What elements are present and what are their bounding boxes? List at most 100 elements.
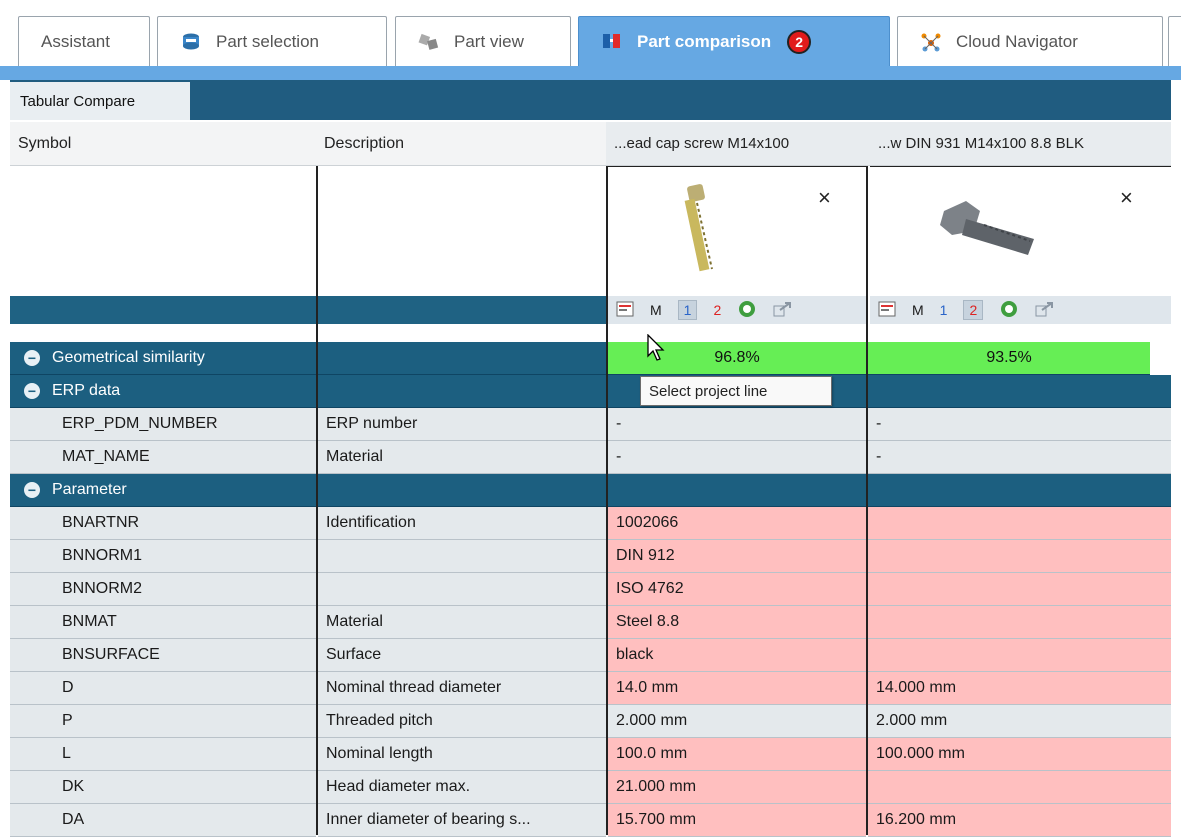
- part-2-value: [868, 540, 1171, 573]
- table-row[interactable]: ERP_PDM_NUMBER ERP number - -: [10, 408, 1171, 441]
- variant-2-button[interactable]: 2: [963, 300, 984, 320]
- description-cell: Inner diameter of bearing s...: [318, 804, 606, 837]
- description-cell: Material: [318, 606, 606, 639]
- part-1-value: -: [608, 441, 866, 474]
- group-value-cell: [868, 375, 1171, 408]
- tab-tabular-compare[interactable]: Tabular Compare: [10, 82, 190, 120]
- part-1-value: 15.700 mm: [608, 804, 866, 837]
- column-header-symbol[interactable]: Symbol: [10, 122, 316, 166]
- collapse-icon[interactable]: −: [24, 482, 40, 498]
- tab-label: Assistant: [41, 31, 110, 51]
- table-row[interactable]: BNSURFACE Surface black: [10, 639, 1171, 672]
- variant-1-button[interactable]: 1: [677, 300, 698, 320]
- table-row[interactable]: P Threaded pitch 2.000 mm 2.000 mm: [10, 705, 1171, 738]
- part-1-value: -: [608, 408, 866, 441]
- description-cell: Nominal thread diameter: [318, 672, 606, 705]
- m-button[interactable]: M: [650, 302, 662, 318]
- collapse-icon[interactable]: −: [24, 383, 40, 399]
- group-row-parameter[interactable]: − Parameter: [10, 474, 1171, 507]
- part-2-value: [868, 507, 1171, 540]
- catalog-icon: [180, 31, 202, 53]
- part-view-icon: [418, 31, 440, 53]
- empty-image-cell: [318, 166, 606, 296]
- part-1-value: ISO 4762: [608, 573, 866, 606]
- table-row[interactable]: L Nominal length 100.0 mm 100.000 mm: [10, 738, 1171, 771]
- group-label: Parameter: [52, 481, 127, 498]
- send-to-icon[interactable]: [1035, 300, 1055, 321]
- table-row[interactable]: BNNORM1 DIN 912: [10, 540, 1171, 573]
- column-header-part-2[interactable]: ...w DIN 931 M14x100 8.8 BLK: [868, 122, 1171, 166]
- table-row[interactable]: MAT_NAME Material - -: [10, 441, 1171, 474]
- part-1-value: 14.0 mm: [608, 672, 866, 705]
- cad-export-icon[interactable]: [737, 299, 757, 322]
- m-button[interactable]: M: [912, 302, 924, 318]
- symbol-cell: BNNORM2: [10, 573, 316, 606]
- part-2-value: 16.200 mm: [868, 804, 1171, 837]
- part-1-value: 2.000 mm: [608, 705, 866, 738]
- table-row[interactable]: BNMAT Material Steel 8.8: [10, 606, 1171, 639]
- table-row[interactable]: BNARTNR Identification 1002066: [10, 507, 1171, 540]
- table-row[interactable]: DK Head diameter max. 21.000 mm: [10, 771, 1171, 804]
- similarity-value: 93.5%: [868, 342, 1150, 375]
- part-2-toolbar: M 1 2: [870, 296, 1171, 324]
- part-2-value: [868, 771, 1171, 804]
- mouse-cursor-icon: [647, 334, 665, 361]
- table-row[interactable]: D Nominal thread diameter 14.0 mm 14.000…: [10, 672, 1171, 705]
- variant-2-button[interactable]: 2: [713, 302, 721, 318]
- part-1-value: black: [608, 639, 866, 672]
- tab-cloud-navigator[interactable]: Cloud Navigator: [897, 16, 1163, 66]
- variant-1-button[interactable]: 1: [940, 302, 948, 318]
- part-1-value: DIN 912: [608, 540, 866, 573]
- description-cell: Identification: [318, 507, 606, 540]
- description-cell: [318, 573, 606, 606]
- symbol-cell: DK: [10, 771, 316, 804]
- column-header-description[interactable]: Description: [316, 122, 606, 166]
- part-1-value: 1002066: [608, 507, 866, 540]
- part-2-value: 100.000 mm: [868, 738, 1171, 771]
- tab-part-comparison[interactable]: Part comparison 2: [578, 16, 890, 66]
- column-header-part-1[interactable]: ...ead cap screw M14x100: [606, 122, 868, 166]
- group-row-geometrical-similarity[interactable]: − Geometrical similarity 96.8% 93.5%: [10, 342, 1171, 375]
- description-cell: Threaded pitch: [318, 705, 606, 738]
- description-cell: Material: [318, 441, 606, 474]
- part-2-value: 2.000 mm: [868, 705, 1171, 738]
- symbol-cell: P: [10, 705, 316, 738]
- group-desc-cell: [318, 474, 606, 507]
- tab-part-view[interactable]: Part view: [395, 16, 571, 66]
- collapse-icon[interactable]: −: [24, 350, 40, 366]
- socket-head-cap-screw-image: [684, 184, 713, 272]
- part-2-value: [868, 573, 1171, 606]
- cloud-navigator-icon: [920, 31, 942, 53]
- tab-label: Part comparison: [637, 31, 772, 51]
- tab-assistant[interactable]: Assistant: [18, 16, 150, 66]
- tab-overflow[interactable]: [1168, 16, 1181, 66]
- tab-label: Part selection: [216, 31, 319, 51]
- group-desc-cell: [318, 375, 606, 408]
- tab-label: Cloud Navigator: [956, 31, 1078, 51]
- cad-export-icon[interactable]: [999, 299, 1019, 322]
- part-2-value: -: [868, 408, 1171, 441]
- group-row-erp-data[interactable]: − ERP data: [10, 375, 1171, 408]
- count-badge: 2: [787, 29, 812, 54]
- project-line-icon[interactable]: [616, 301, 634, 320]
- table-row[interactable]: BNNORM2 ISO 4762: [10, 573, 1171, 606]
- send-to-icon[interactable]: [773, 300, 793, 321]
- group-value-cell: [608, 474, 866, 507]
- symbol-cell: BNARTNR: [10, 507, 316, 540]
- description-cell: Nominal length: [318, 738, 606, 771]
- toolbar-row-left: [318, 296, 606, 324]
- part-comparison-icon: [601, 31, 623, 53]
- part-1-value: 100.0 mm: [608, 738, 866, 771]
- symbol-cell: ERP_PDM_NUMBER: [10, 408, 316, 441]
- part-2-value: [868, 639, 1171, 672]
- remove-part-1-button[interactable]: ×: [818, 185, 831, 211]
- symbol-cell: DA: [10, 804, 316, 837]
- table-row[interactable]: DA Inner diameter of bearing s... 15.700…: [10, 804, 1171, 837]
- project-line-icon[interactable]: [878, 301, 896, 320]
- part-2-preview: ×: [870, 166, 1171, 297]
- group-desc-cell: [318, 342, 606, 375]
- part-1-value: 21.000 mm: [608, 771, 866, 804]
- tab-part-selection[interactable]: Part selection: [157, 16, 387, 66]
- remove-part-2-button[interactable]: ×: [1120, 185, 1133, 211]
- tab-label: Part view: [454, 31, 524, 51]
